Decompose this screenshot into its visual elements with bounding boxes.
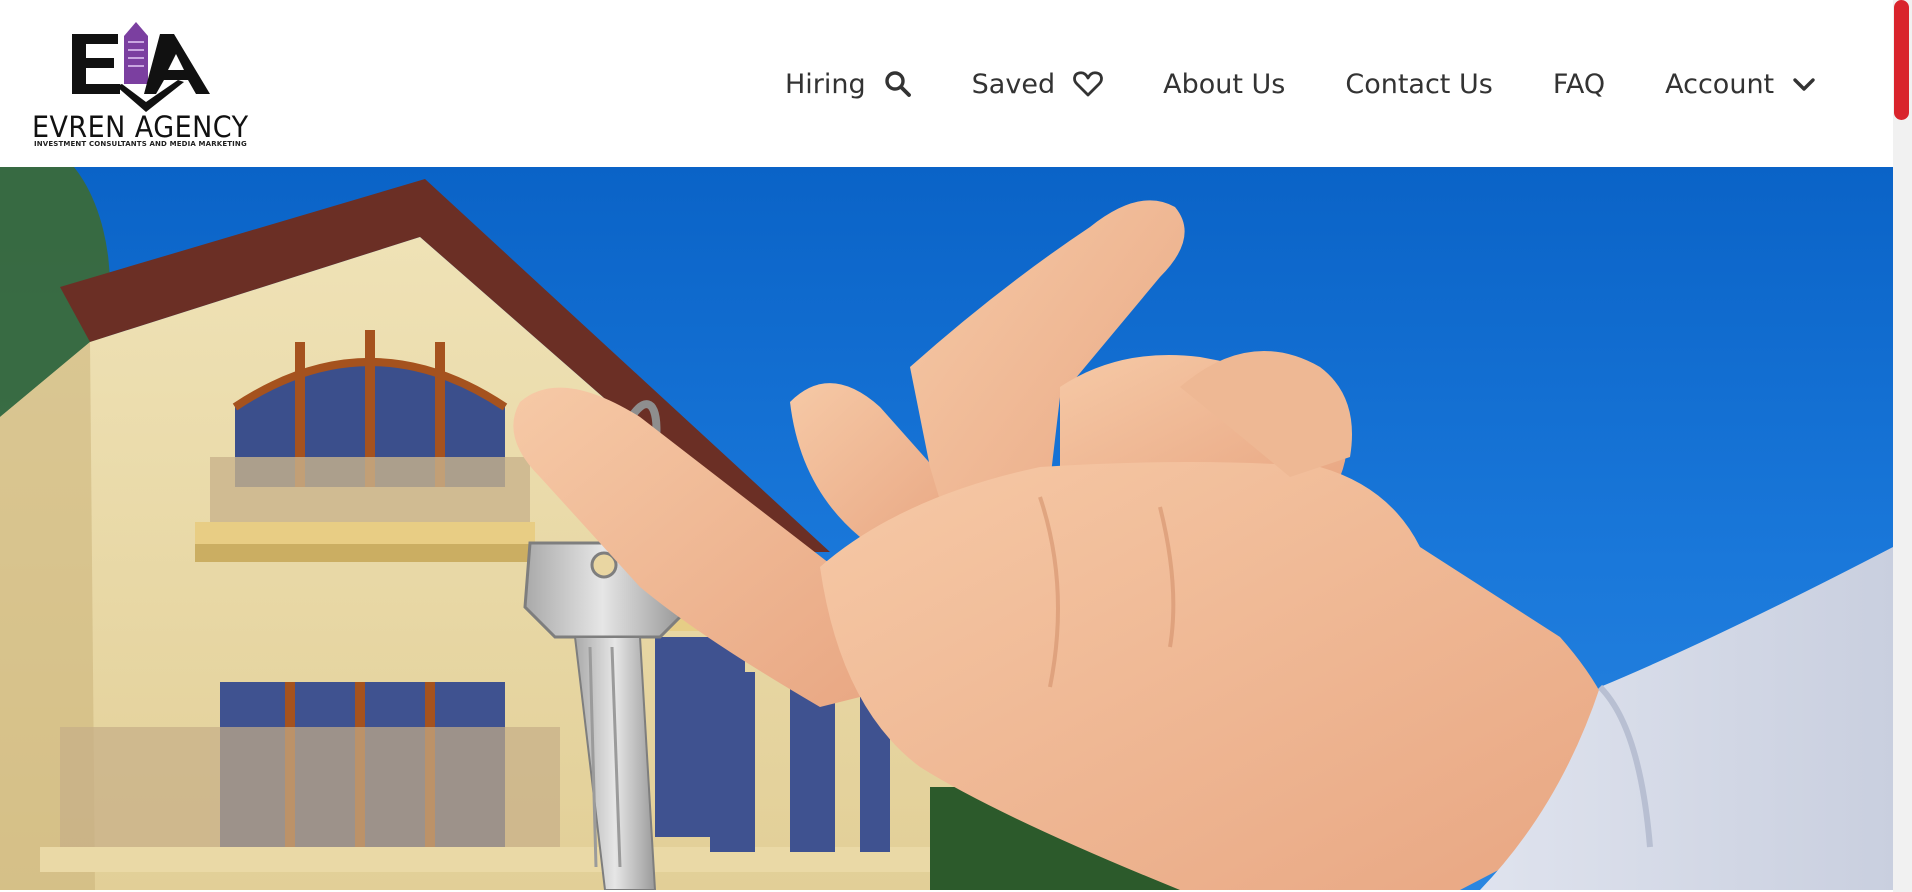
- page-scrollbar[interactable]: [1893, 0, 1912, 892]
- nav-about-us-label: About Us: [1163, 68, 1286, 100]
- nav-account[interactable]: Account: [1665, 69, 1816, 100]
- hero-banner: [0, 167, 1893, 890]
- nav-saved-label: Saved: [971, 68, 1056, 100]
- nav-faq-label: FAQ: [1552, 68, 1606, 100]
- main-nav: Hiring Saved About Us Contact Us FAQ Acc…: [785, 58, 1816, 110]
- nav-hiring[interactable]: Hiring: [785, 69, 912, 100]
- nav-hiring-label: Hiring: [785, 68, 866, 100]
- nav-contact-us[interactable]: Contact Us: [1345, 69, 1492, 100]
- nav-about-us[interactable]: About Us: [1163, 69, 1285, 100]
- site-header: EVREN AGENCY INVESTMENT CONSULTANTS AND …: [0, 0, 1893, 167]
- logo-mark: [72, 22, 210, 112]
- scrollbar-thumb[interactable]: [1894, 0, 1909, 120]
- logo-tagline: INVESTMENT CONSULTANTS AND MEDIA MARKETI…: [34, 140, 247, 148]
- hero-image: [0, 167, 1893, 890]
- nav-faq[interactable]: FAQ: [1553, 69, 1605, 100]
- logo-name: EVREN AGENCY: [32, 110, 249, 144]
- nav-contact-us-label: Contact Us: [1345, 68, 1493, 100]
- search-icon[interactable]: [884, 70, 912, 98]
- page: EVREN AGENCY INVESTMENT CONSULTANTS AND …: [0, 0, 1893, 892]
- nav-saved[interactable]: Saved: [972, 69, 1103, 100]
- heart-icon[interactable]: [1073, 70, 1103, 98]
- chevron-down-icon[interactable]: [1792, 74, 1816, 94]
- logo[interactable]: EVREN AGENCY INVESTMENT CONSULTANTS AND …: [32, 14, 258, 150]
- nav-account-label: Account: [1665, 68, 1775, 100]
